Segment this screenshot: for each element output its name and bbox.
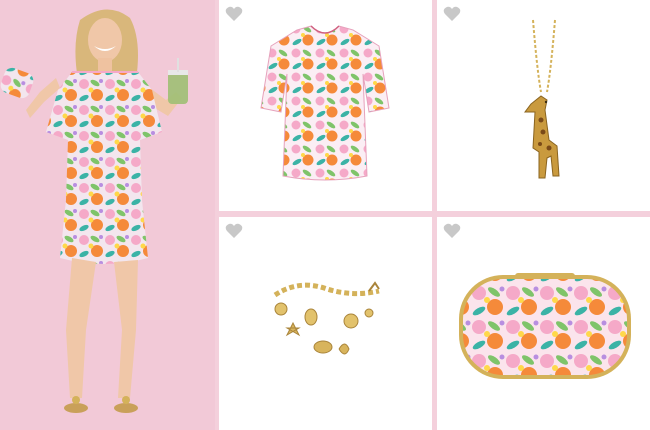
model-photo <box>0 9 188 413</box>
product-tile-bracelet[interactable] <box>219 217 432 430</box>
product-tile-clutch[interactable] <box>437 217 650 430</box>
product-tile-necklace[interactable] <box>437 0 650 211</box>
giraffe-pendant-necklace <box>524 19 560 179</box>
gold-charm-bracelet <box>273 281 380 355</box>
hero-model-image[interactable] <box>0 0 215 430</box>
printed-shift-dress <box>260 25 390 181</box>
floral-clutch <box>459 273 631 379</box>
product-tile-dress[interactable] <box>219 0 432 211</box>
product-grid-page <box>0 0 650 430</box>
